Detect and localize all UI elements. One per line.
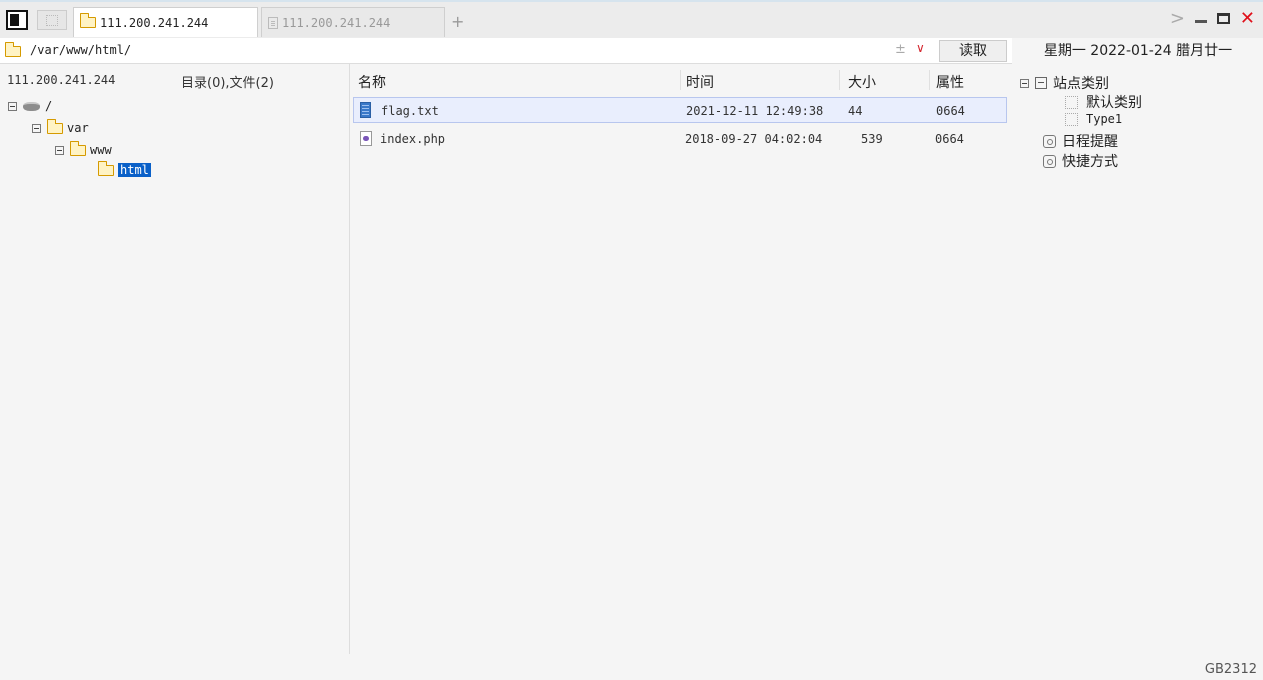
site-category-label: 站点类别 [1053, 76, 1109, 92]
add-tab-icon[interactable]: + [451, 12, 464, 31]
column-header-size[interactable]: 大小 [848, 72, 876, 92]
type1-node[interactable]: Type1 [1065, 112, 1122, 126]
tree-node-html[interactable]: html [97, 160, 151, 177]
column-header-name[interactable]: 名称 [358, 72, 386, 92]
shortcut-label: 快捷方式 [1062, 154, 1118, 170]
schedule-node[interactable]: 日程提醒 [1043, 131, 1118, 151]
document-icon [268, 16, 278, 29]
drive-icon [23, 101, 40, 111]
collapse-icon[interactable] [55, 145, 64, 155]
folder-icon [69, 140, 86, 156]
plus-minus-icon[interactable]: ± [895, 42, 906, 57]
column-divider[interactable] [929, 70, 930, 90]
type1-label: Type1 [1086, 112, 1123, 126]
blank-tab-icon[interactable] [37, 10, 67, 30]
right-panel: 站点类别 默认类别 Type1 日程提醒 快捷方式 [1013, 64, 1263, 654]
category-item-icon [1065, 95, 1078, 109]
folder-icon [79, 13, 96, 28]
php-file-icon [360, 131, 372, 146]
date-display: 星期一 2022-01-24 腊月廿一 [1043, 43, 1233, 59]
file-name: flag.txt [381, 104, 439, 118]
file-list: 名称 时间 大小 属性 flag.txt 2021-12-11 12:49:38… [351, 64, 1012, 654]
tree-header: 111.200.241.244 目录(0),文件(2) [0, 64, 349, 96]
minimize-icon[interactable] [1194, 20, 1207, 23]
shortcut-node[interactable]: 快捷方式 [1043, 151, 1118, 171]
file-name: index.php [380, 132, 446, 146]
open-folder-icon [97, 160, 114, 176]
site-category-node[interactable]: 站点类别 [1020, 73, 1109, 93]
tab-bar: 111.200.241.244 111.200.241.244 + > ✕ [0, 0, 1263, 38]
file-size: 539 [861, 132, 883, 146]
file-attr: 0664 [936, 104, 965, 118]
tab-label: 111.200.241.244 [282, 15, 391, 30]
file-row[interactable]: flag.txt 2021-12-11 12:49:38 44 0664 [353, 97, 1007, 123]
shortcut-icon [1043, 154, 1056, 168]
file-time: 2021-12-11 12:49:38 [686, 104, 824, 118]
category-icon [1035, 77, 1047, 89]
collapse-icon[interactable] [8, 101, 17, 111]
tree-node-label: / [45, 99, 53, 113]
collapse-icon[interactable] [32, 123, 41, 133]
collapse-icon[interactable] [1020, 78, 1029, 88]
host-label: 111.200.241.244 [7, 73, 116, 87]
tree-node-label: html [118, 163, 151, 177]
default-category-label: 默认类别 [1086, 95, 1142, 111]
tab-inactive[interactable]: 111.200.241.244 [261, 7, 445, 37]
dir-file-count: 目录(0),文件(2) [181, 76, 274, 91]
encoding-status[interactable]: GB2312 [1205, 662, 1257, 677]
tree-node-var[interactable]: var [32, 118, 89, 135]
path-input[interactable]: /var/www/html/ [30, 43, 131, 57]
tree-node-www[interactable]: www [55, 140, 112, 157]
tree-node-label: var [67, 121, 89, 135]
chevron-down-icon[interactable]: ∨ [916, 41, 925, 55]
panel-toggle-icon[interactable] [6, 10, 28, 30]
tree-node-root[interactable]: / [8, 99, 52, 113]
file-row[interactable]: index.php 2018-09-27 04:02:04 539 0664 [353, 126, 1007, 152]
close-icon[interactable]: ✕ [1240, 9, 1255, 28]
chevron-right-icon[interactable]: > [1170, 8, 1185, 29]
column-header-attr[interactable]: 属性 [936, 72, 964, 92]
category-item-icon [1065, 112, 1078, 126]
folder-icon [46, 118, 63, 134]
folder-icon [4, 42, 21, 57]
file-attr: 0664 [935, 132, 964, 146]
text-file-icon [360, 102, 371, 118]
read-button[interactable]: 读取 [939, 40, 1007, 62]
default-category-node[interactable]: 默认类别 [1065, 92, 1142, 112]
window-controls: > ✕ [1170, 8, 1255, 29]
maximize-icon[interactable] [1216, 13, 1230, 24]
file-time: 2018-09-27 04:02:04 [685, 132, 823, 146]
column-divider[interactable] [680, 70, 681, 90]
schedule-icon [1043, 134, 1056, 148]
path-bar: /var/www/html/ ± ∨ 读取 [0, 38, 1012, 64]
tab-active[interactable]: 111.200.241.244 [73, 7, 258, 37]
directory-tree-panel: 111.200.241.244 目录(0),文件(2) / var www ht… [0, 64, 350, 654]
tree-node-label: www [90, 143, 112, 157]
column-divider[interactable] [839, 70, 840, 90]
schedule-label: 日程提醒 [1062, 134, 1118, 150]
column-header-time[interactable]: 时间 [686, 72, 714, 92]
tab-label: 111.200.241.244 [100, 15, 209, 30]
file-size: 44 [848, 104, 863, 118]
